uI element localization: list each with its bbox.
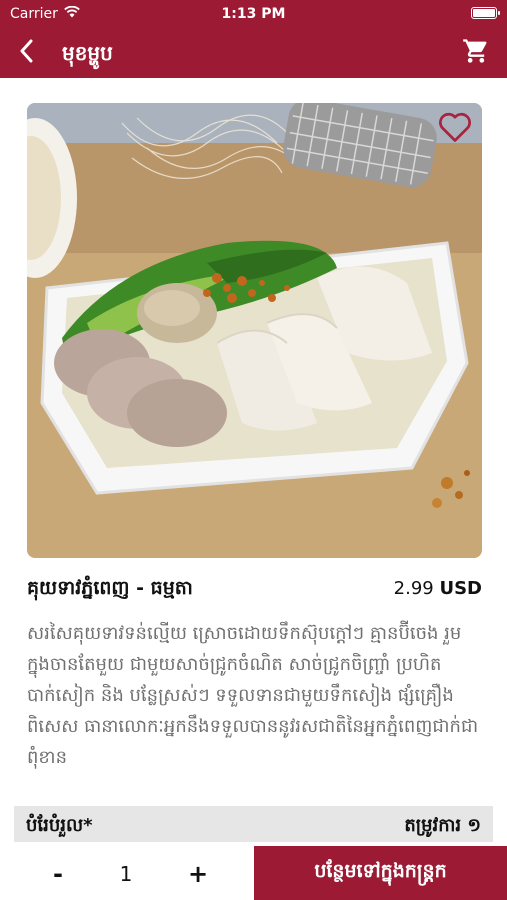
quantity-value: 1	[119, 862, 133, 886]
product-price: 2.99 USD	[394, 578, 482, 599]
heart-outline-icon	[437, 110, 473, 144]
chevron-left-icon	[19, 39, 35, 67]
add-to-cart-button[interactable]: បន្ថែមទៅក្នុងកន្ត្រក	[254, 846, 507, 900]
page-title: មុខម្ហូប	[62, 41, 113, 65]
shopping-cart-icon	[462, 37, 490, 69]
variation-section[interactable]: បំរែបំរួល* តម្រូវការ ១	[14, 806, 493, 842]
status-time: 1:13 PM	[221, 6, 286, 22]
price-amount: 2.99	[393, 578, 434, 599]
decrease-quantity-button[interactable]: -	[36, 856, 80, 892]
nav-bar: មុខម្ហូប	[0, 28, 507, 78]
variation-label: បំរែបំរួល*	[26, 815, 93, 836]
order-bar: - 1 + បន្ថែមទៅក្នុងកន្ត្រក	[0, 846, 507, 900]
product-image	[27, 103, 482, 558]
price-currency: USD	[439, 578, 482, 599]
product-name: គុយទាវភ្នំពេញ - ធម្មតា	[27, 577, 193, 599]
back-button[interactable]	[12, 38, 42, 68]
product-description: សរសៃគុយទាវទន់ល្មើយ ស្រោចដោយទឹកស៊ុបក្តៅៗ …	[27, 623, 479, 768]
product-header: គុយទាវភ្នំពេញ - ធម្មតា 2.99 USD	[27, 574, 482, 604]
increase-quantity-button[interactable]: +	[176, 856, 220, 892]
favorite-button[interactable]	[434, 107, 476, 147]
cart-button[interactable]	[459, 36, 493, 70]
battery-icon	[471, 7, 500, 19]
status-bar: Carrier 1:13 PM	[0, 0, 507, 28]
variation-requirement: តម្រូវការ ១	[404, 815, 481, 836]
